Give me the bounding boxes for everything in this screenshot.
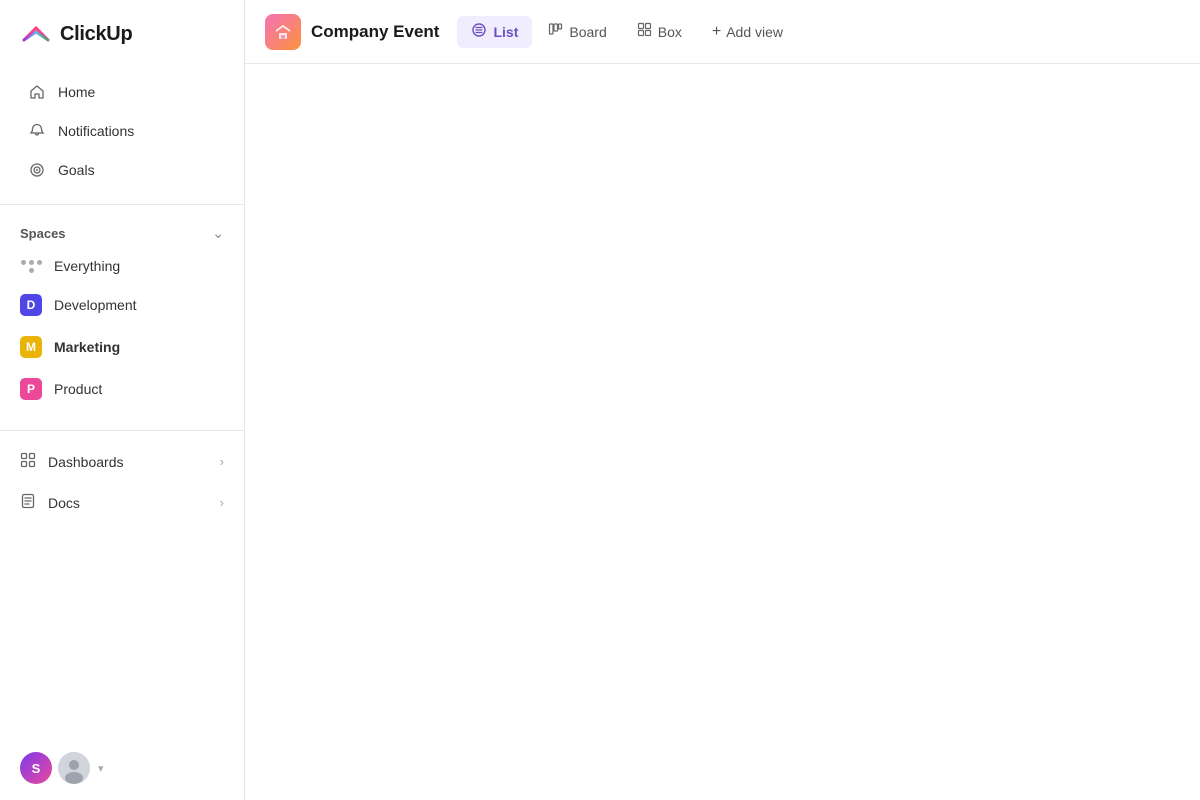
sidebar-item-marketing-label: Marketing xyxy=(54,339,120,355)
home-icon xyxy=(28,83,46,101)
sidebar-item-home[interactable]: Home xyxy=(8,73,236,111)
user-dropdown-icon: ▾ xyxy=(98,762,104,775)
sidebar-item-goals-label: Goals xyxy=(58,162,95,178)
user-avatar-photo xyxy=(58,752,90,784)
sidebar-item-development[interactable]: D Development xyxy=(0,285,244,325)
tab-list-label: List xyxy=(493,24,518,40)
sidebar-item-marketing[interactable]: M Marketing xyxy=(0,327,244,367)
docs-icon xyxy=(20,493,36,512)
dashboard-icon xyxy=(20,452,36,471)
sidebar-item-home-label: Home xyxy=(58,84,95,100)
sidebar-item-dashboards[interactable]: Dashboards › xyxy=(0,442,244,481)
dashboards-left: Dashboards xyxy=(20,452,124,471)
workspace-title: Company Event xyxy=(311,22,439,42)
development-avatar: D xyxy=(20,294,42,316)
sidebar: ClickUp Home Notifications xyxy=(0,0,245,800)
workspace-header: Company Event xyxy=(265,14,439,50)
spaces-title: Spaces xyxy=(20,226,66,241)
docs-chevron-icon: › xyxy=(220,495,224,510)
goals-icon xyxy=(28,161,46,179)
sidebar-item-dashboards-label: Dashboards xyxy=(48,454,124,470)
sidebar-item-development-label: Development xyxy=(54,297,137,313)
bell-icon xyxy=(28,122,46,140)
sidebar-item-notifications[interactable]: Notifications xyxy=(8,112,236,150)
sidebar-divider-2 xyxy=(0,430,244,431)
main-content: Company Event List xyxy=(245,0,1200,800)
list-tab-icon xyxy=(471,22,487,42)
sidebar-item-goals[interactable]: Goals xyxy=(8,151,236,189)
sidebar-footer[interactable]: S ▾ xyxy=(0,736,244,800)
board-tab-icon xyxy=(548,22,563,41)
sidebar-item-notifications-label: Notifications xyxy=(58,123,134,139)
sidebar-divider-1 xyxy=(0,204,244,205)
sidebar-item-product-label: Product xyxy=(54,381,102,397)
logo[interactable]: ClickUp xyxy=(0,0,244,68)
logo-text: ClickUp xyxy=(60,23,132,46)
sidebar-item-everything-label: Everything xyxy=(54,258,120,274)
clickup-logo-icon xyxy=(20,18,52,50)
sidebar-nav: Home Notifications Goals xyxy=(0,68,244,194)
product-avatar: P xyxy=(20,378,42,400)
add-view-plus-icon: + xyxy=(712,23,721,41)
everything-dots-icon xyxy=(20,260,42,273)
tab-box-label: Box xyxy=(658,24,682,40)
view-tabs: List Board xyxy=(457,16,795,48)
spaces-header[interactable]: Spaces ⌄ xyxy=(0,215,244,248)
workspace-icon xyxy=(265,14,301,50)
docs-left: Docs xyxy=(20,493,80,512)
content-area xyxy=(245,64,1200,800)
tab-box[interactable]: Box xyxy=(623,16,696,47)
add-view-label: Add view xyxy=(726,24,783,40)
tab-list[interactable]: List xyxy=(457,16,532,48)
sidebar-item-everything[interactable]: Everything xyxy=(0,249,244,283)
tab-board-label: Board xyxy=(569,24,606,40)
box-tab-icon xyxy=(637,22,652,41)
marketing-avatar: M xyxy=(20,336,42,358)
user-avatar-s: S xyxy=(20,752,52,784)
chevron-down-icon: ⌄ xyxy=(212,225,224,242)
topbar: Company Event List xyxy=(245,0,1200,64)
tab-board[interactable]: Board xyxy=(534,16,620,47)
sidebar-item-docs-label: Docs xyxy=(48,495,80,511)
dashboards-chevron-icon: › xyxy=(220,454,224,469)
sidebar-item-docs[interactable]: Docs › xyxy=(0,483,244,522)
sidebar-item-product[interactable]: P Product xyxy=(0,369,244,409)
add-view-button[interactable]: + Add view xyxy=(700,17,795,47)
